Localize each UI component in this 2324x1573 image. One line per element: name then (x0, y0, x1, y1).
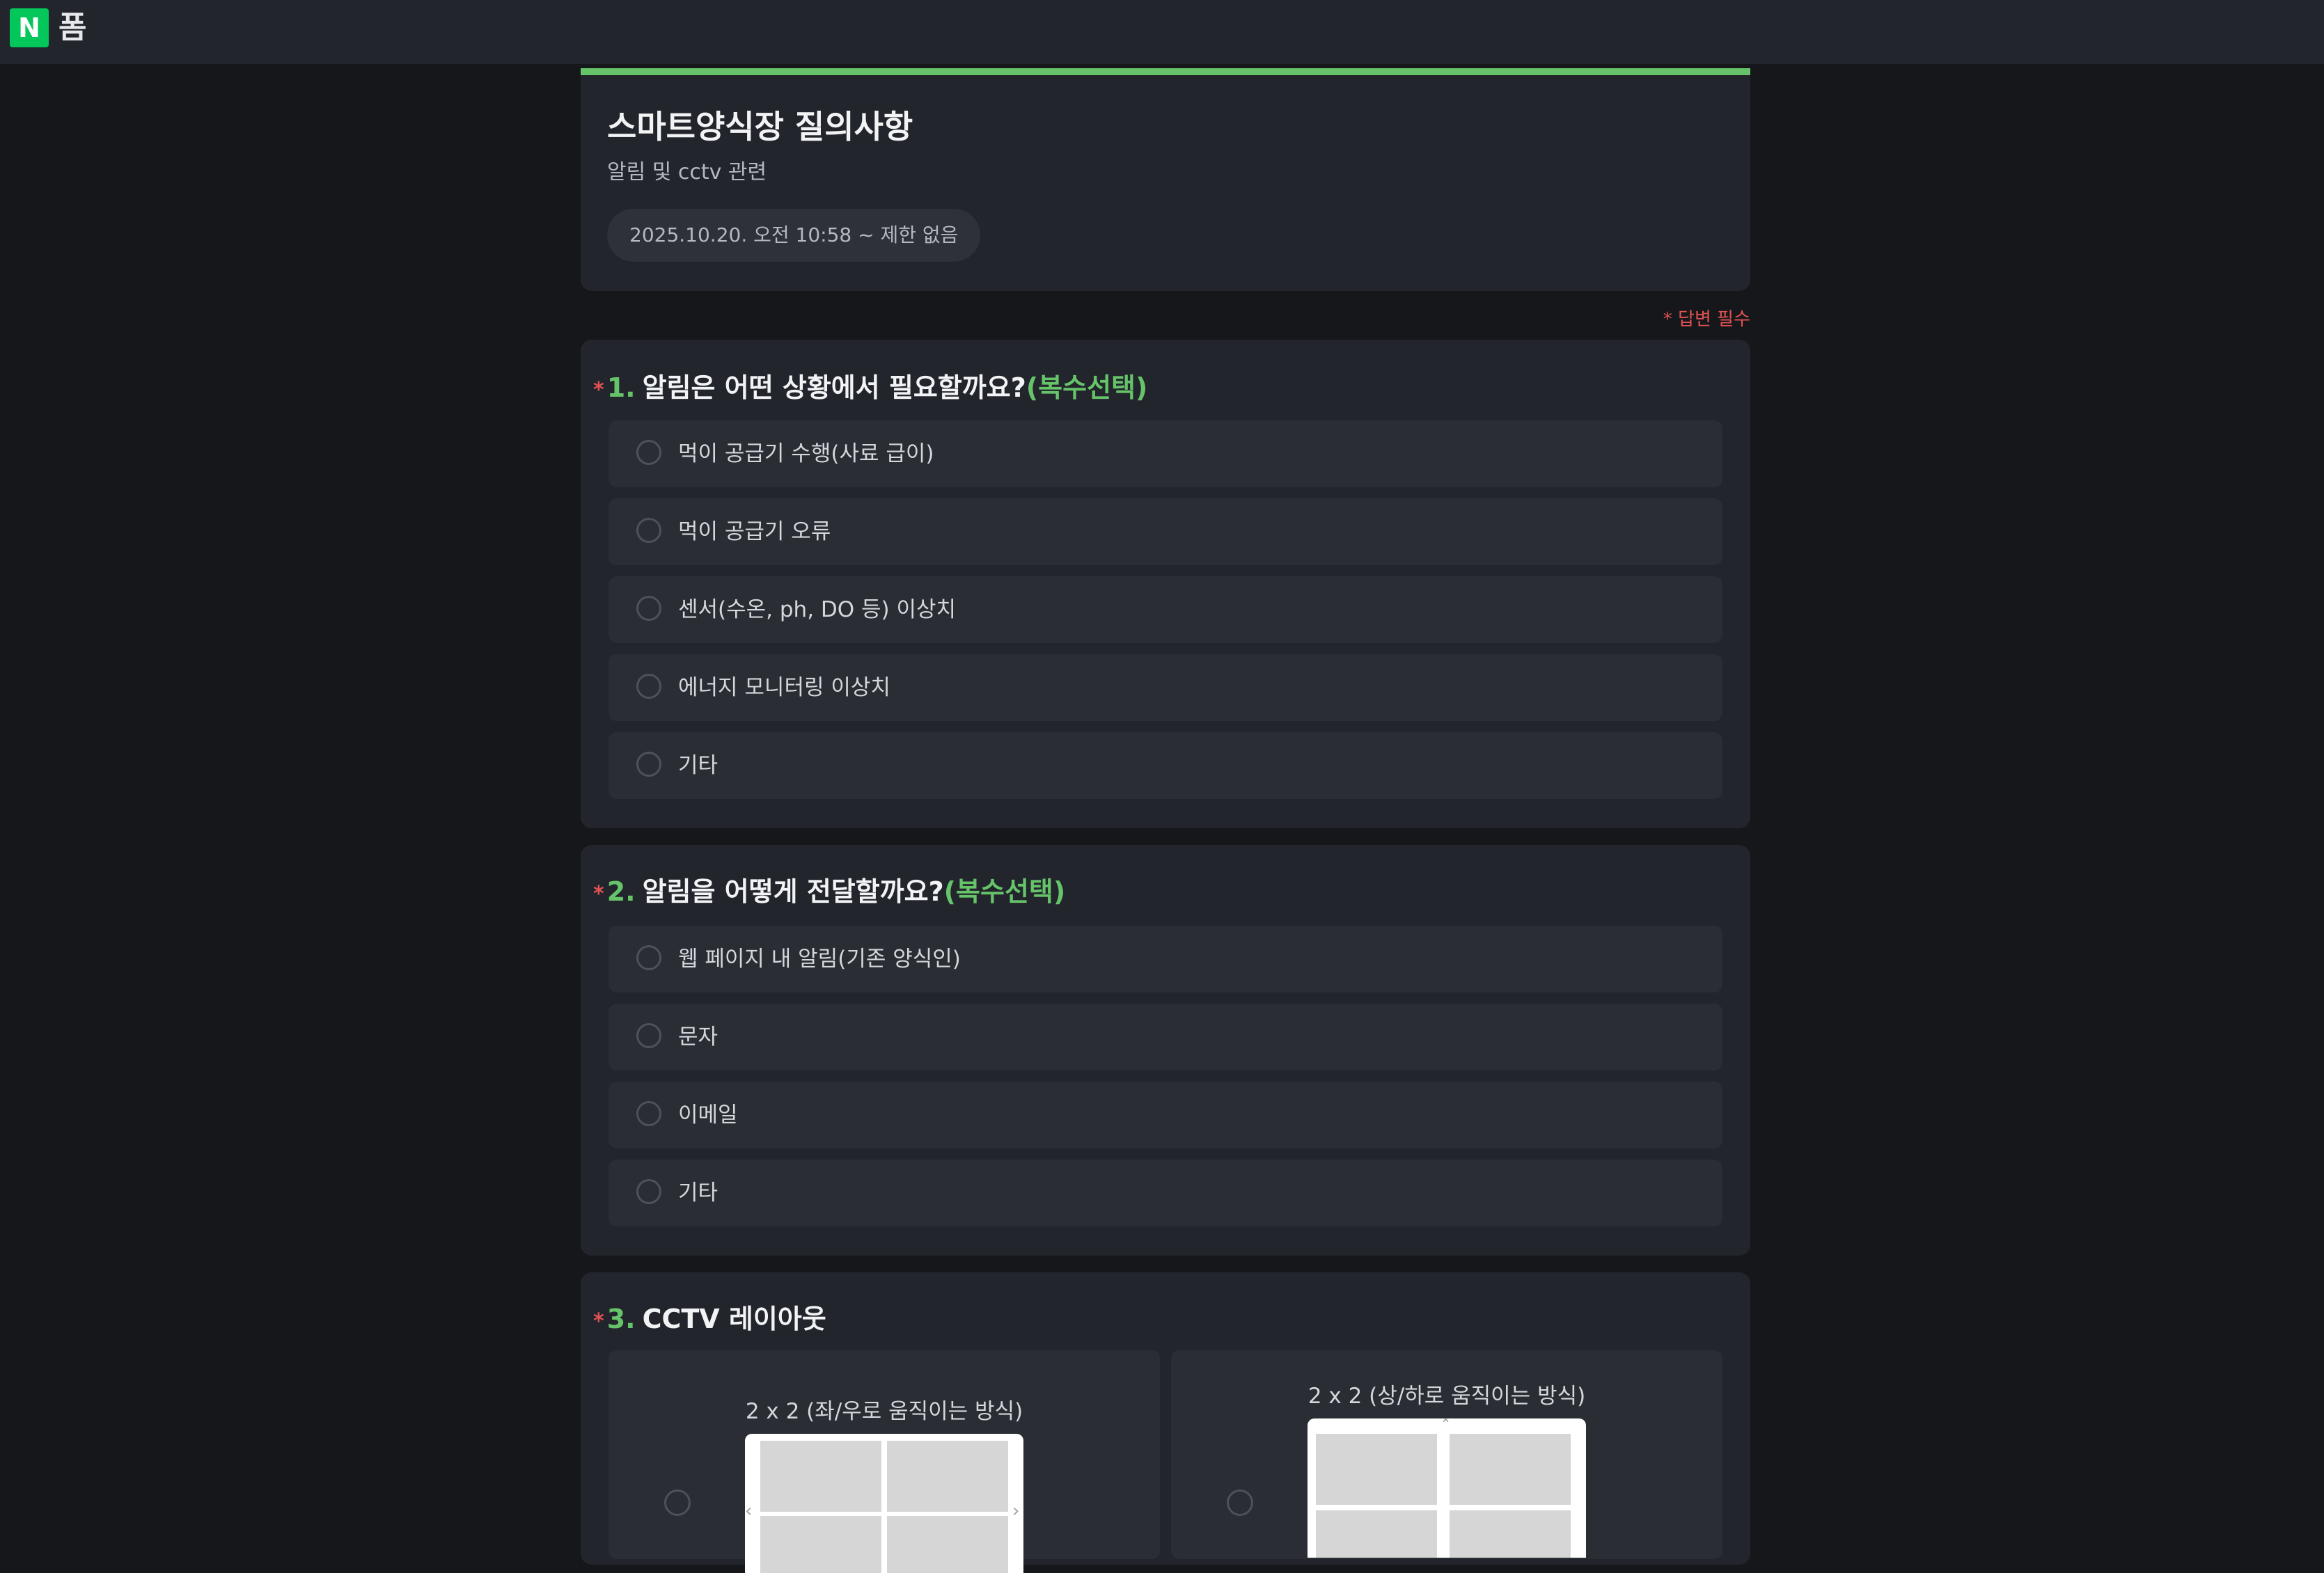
option-label: 웹 페이지 내 알림(기존 양식인) (678, 947, 961, 972)
option-label: 센서(수온, ph, DO 등) 이상치 (678, 597, 957, 622)
radio-button[interactable] (636, 596, 661, 621)
required-star: * (593, 882, 604, 906)
option-5[interactable]: 기타 (609, 732, 1722, 799)
question-title: * 2. 알림을 어떻게 전달할까요?(복수선택) (593, 870, 1065, 908)
form-header-card: 스마트양식장 질의사항 알림 및 cctv 관련 2025.10.20. 오전 … (581, 68, 1750, 291)
preview-cell (887, 1516, 1008, 1573)
app-name[interactable]: 폼 (58, 8, 86, 47)
radio-button[interactable] (636, 945, 661, 970)
option-3[interactable]: 센서(수온, ph, DO 등) 이상치 (609, 576, 1722, 643)
preview-cell (1450, 1434, 1571, 1505)
question-text: CCTV 레이아웃 (642, 1304, 826, 1334)
question-hint: (복수선택) (1026, 372, 1148, 403)
preview-cell (760, 1516, 881, 1573)
option-label: 먹이 공급기 오류 (678, 519, 831, 544)
preview-cell (760, 1441, 881, 1512)
preview-cell (1316, 1510, 1437, 1558)
question-number: 3. (606, 1304, 636, 1334)
option-label: 에너지 모니터링 이상치 (678, 675, 890, 700)
layout-option-vertical[interactable]: 2 x 2 (상/하로 움직이는 방식) ˆ (1171, 1350, 1722, 1559)
radio-button[interactable] (636, 1023, 661, 1048)
form-description: 알림 및 cctv 관련 (607, 160, 767, 184)
option-label: 기타 (678, 1180, 719, 1206)
radio-button[interactable] (636, 518, 661, 543)
question-card-1: * 1. 알림은 어떤 상황에서 필요할까요?(복수선택) 먹이 공급기 수행(사료… (581, 340, 1750, 828)
option-label: 문자 (678, 1025, 719, 1050)
question-card-2: * 2. 알림을 어떻게 전달할까요?(복수선택) 웹 페이지 내 알림(기존 양식… (581, 845, 1750, 1256)
option-1[interactable]: 먹이 공급기 수행(사료 급이) (609, 420, 1722, 487)
layout-preview-horizontal: ‹ › (745, 1434, 1023, 1573)
required-answer-note: * 답변 필수 (1663, 309, 1750, 330)
radio-button[interactable] (636, 1179, 661, 1204)
layout-preview-vertical: ˆ (1308, 1418, 1586, 1558)
required-star: * (593, 378, 604, 402)
option-label: 먹이 공급기 수행(사료 급이) (678, 441, 934, 466)
question-number: 2. (606, 876, 636, 907)
top-bar: N 폼 (0, 0, 2324, 64)
preview-cell (1450, 1510, 1571, 1558)
radio-button[interactable] (636, 1101, 661, 1126)
option-3[interactable]: 이메일 (609, 1082, 1722, 1148)
question-card-3: * 3. CCTV 레이아웃 2 x 2 (좌/우로 움직이는 방식) ‹ › 2 … (581, 1272, 1750, 1573)
form-period-chip: 2025.10.20. 오전 10:58 ~ 제한 없음 (607, 209, 981, 262)
question-number: 1. (606, 372, 636, 403)
option-2[interactable]: 먹이 공급기 오류 (609, 498, 1722, 565)
header-accent-bar (581, 68, 1750, 75)
question-text: 알림을 어떻게 전달할까요? (642, 876, 944, 907)
layout-caption: 2 x 2 (상/하로 움직이는 방식) (1308, 1384, 1586, 1409)
option-1[interactable]: 웹 페이지 내 알림(기존 양식인) (609, 926, 1722, 993)
option-2[interactable]: 문자 (609, 1004, 1722, 1070)
preview-cell (1316, 1434, 1437, 1505)
option-label: 이메일 (678, 1102, 738, 1128)
naver-logo-icon[interactable]: N (10, 8, 49, 47)
chevron-right-icon: › (1012, 1501, 1020, 1521)
radio-button[interactable] (636, 440, 661, 465)
option-4[interactable]: 기타 (609, 1160, 1722, 1226)
layout-caption: 2 x 2 (좌/우로 움직이는 방식) (745, 1399, 1023, 1424)
question-text: 알림은 어떤 상황에서 필요할까요? (642, 372, 1026, 403)
option-4[interactable]: 에너지 모니터링 이상치 (609, 654, 1722, 721)
option-label: 기타 (678, 753, 719, 778)
chevron-left-icon: ‹ (745, 1501, 753, 1521)
layout-option-horizontal[interactable]: 2 x 2 (좌/우로 움직이는 방식) ‹ › (609, 1350, 1160, 1573)
question-hint: (복수선택) (943, 876, 1066, 907)
form-title: 스마트양식장 질의사항 (607, 108, 913, 145)
required-star: * (593, 1309, 604, 1334)
radio-button[interactable] (636, 674, 661, 699)
question-title: * 3. CCTV 레이아웃 (593, 1297, 826, 1336)
radio-button[interactable] (664, 1489, 691, 1516)
preview-cell (887, 1441, 1008, 1512)
question-title: * 1. 알림은 어떤 상황에서 필요할까요?(복수선택) (593, 366, 1147, 404)
radio-button[interactable] (1227, 1489, 1253, 1516)
radio-button[interactable] (636, 752, 661, 777)
